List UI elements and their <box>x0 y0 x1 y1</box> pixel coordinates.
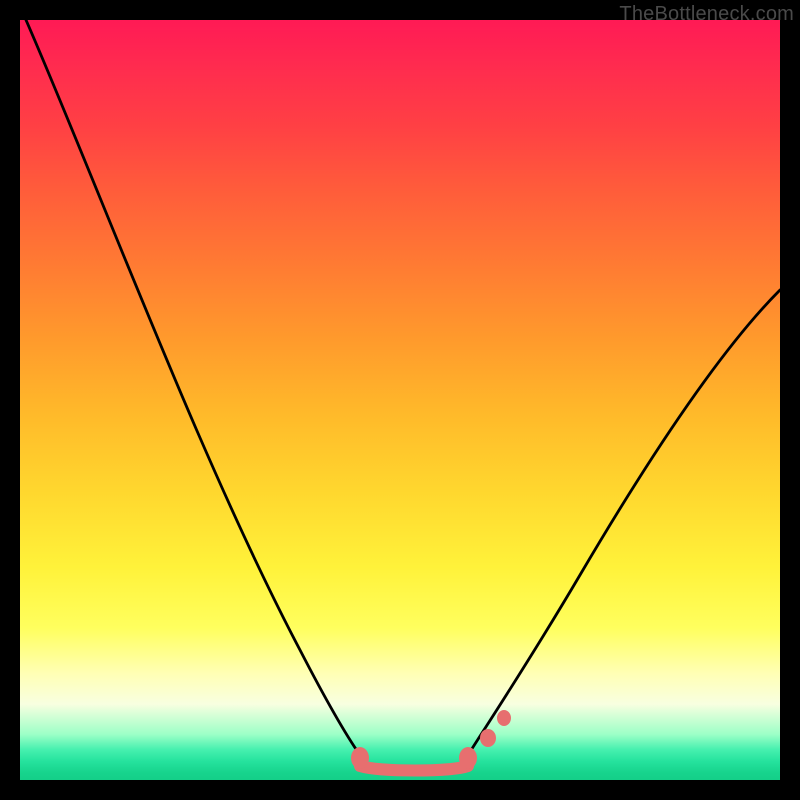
trough-dot-left <box>351 747 369 769</box>
plot-area <box>20 20 780 780</box>
chart-frame: TheBottleneck.com <box>0 0 800 800</box>
trough-dot-4 <box>497 710 511 726</box>
bottleneck-curve <box>20 20 780 780</box>
trough-dot-right <box>459 747 477 769</box>
trough-dot-3 <box>480 729 496 747</box>
watermark-text: TheBottleneck.com <box>619 3 794 26</box>
trough-path <box>360 766 468 771</box>
curve-path <box>26 20 780 760</box>
